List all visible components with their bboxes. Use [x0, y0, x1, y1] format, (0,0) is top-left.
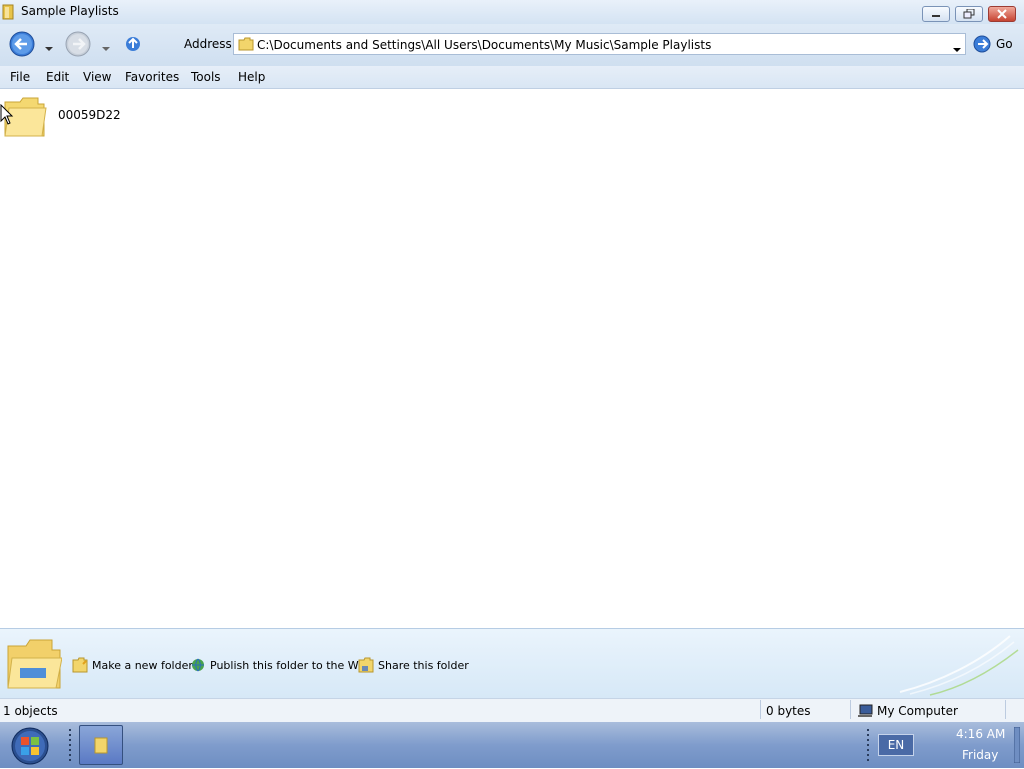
status-divider [760, 700, 761, 719]
forward-button[interactable] [64, 30, 92, 61]
file-list-area[interactable] [0, 89, 1024, 628]
make-new-folder-link[interactable]: Make a new folder [72, 657, 193, 673]
forward-arrow-icon [65, 31, 91, 57]
status-size: 0 bytes [766, 704, 811, 718]
forward-dropdown[interactable] [101, 41, 111, 55]
menu-file[interactable]: File [10, 69, 30, 85]
up-folder-button[interactable] [122, 33, 144, 58]
taskbar-grip[interactable] [68, 727, 72, 763]
status-divider [1005, 700, 1006, 719]
menu-favorites[interactable]: Favorites [125, 69, 179, 85]
address-bar[interactable]: C:\Documents and Settings\All Users\Docu… [233, 33, 966, 55]
menu-view[interactable]: View [83, 69, 111, 85]
task-label: Make a new folder [92, 658, 193, 672]
close-button[interactable] [988, 6, 1016, 22]
share-folder-icon [358, 657, 374, 673]
chevron-down-icon [102, 47, 110, 51]
taskbar-window-button[interactable] [79, 725, 123, 765]
restore-button[interactable] [955, 6, 983, 22]
address-label: Address [184, 37, 232, 51]
back-button[interactable] [8, 30, 36, 61]
new-folder-icon [72, 657, 88, 673]
back-dropdown[interactable] [44, 41, 54, 55]
task-label: Publish this folder to the Web [210, 658, 372, 672]
folder-item-label: 00059D22 [58, 108, 121, 122]
restore-icon [963, 9, 975, 19]
minimize-icon [932, 15, 940, 17]
chevron-down-icon [45, 47, 53, 51]
show-desktop-button[interactable] [1013, 726, 1021, 764]
status-location: My Computer [877, 704, 958, 718]
address-dropdown[interactable] [952, 42, 962, 56]
title-bar[interactable] [0, 0, 1024, 24]
up-arrow-icon [126, 37, 140, 51]
task-label: Share this folder [378, 658, 469, 672]
folder-icon [238, 37, 254, 54]
go-button-icon[interactable] [973, 35, 991, 56]
minimize-button[interactable] [922, 6, 950, 22]
taskbar [0, 722, 1024, 768]
taskbar-grip[interactable] [866, 727, 870, 763]
language-indicator[interactable]: EN [878, 734, 914, 756]
mouse-cursor-icon [0, 103, 14, 129]
decorative-swoosh [890, 632, 1020, 699]
go-arrow-icon [973, 35, 991, 53]
status-divider [850, 700, 851, 719]
start-button[interactable] [10, 726, 50, 769]
globe-icon [192, 658, 204, 672]
menu-help[interactable]: Help [238, 69, 265, 85]
status-object-count: 1 objects [3, 704, 58, 718]
chevron-down-icon [953, 48, 961, 52]
menu-edit[interactable]: Edit [46, 69, 69, 85]
clock-day[interactable]: Friday [962, 748, 998, 762]
close-icon [997, 9, 1007, 19]
share-folder-link[interactable]: Share this folder [358, 657, 469, 673]
window-title: Sample Playlists [21, 4, 119, 18]
folder-item[interactable]: 00059D22 [0, 92, 150, 142]
go-button[interactable]: Go [996, 37, 1013, 51]
folder-icon [94, 737, 108, 754]
back-arrow-icon [9, 31, 35, 57]
folder-tasks-icon [6, 636, 63, 695]
windows-logo-icon [11, 727, 49, 765]
folder-icon [2, 4, 16, 20]
my-computer-icon [857, 704, 873, 721]
address-text[interactable]: C:\Documents and Settings\All Users\Docu… [257, 38, 711, 52]
publish-folder-link[interactable]: Publish this folder to the Web [190, 657, 372, 673]
menu-tools[interactable]: Tools [191, 69, 221, 85]
clock-time[interactable]: 4:16 AM [956, 727, 1005, 741]
